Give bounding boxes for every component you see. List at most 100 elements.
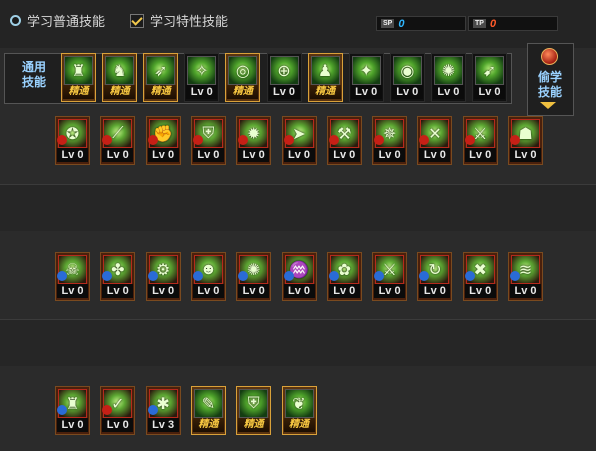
skill-type-badge-icon xyxy=(328,271,339,281)
level-label: Lv 0 xyxy=(192,284,224,298)
level-label: Lv 0 xyxy=(510,284,541,298)
learn-trait-option[interactable]: 学习特性技能 xyxy=(130,11,228,30)
row-band xyxy=(0,320,596,366)
skill-slot[interactable]: ☻ Lv 0 xyxy=(190,252,226,301)
skill-slot[interactable]: ✧ Lv 0 xyxy=(184,53,220,102)
skill-type-badge-icon xyxy=(464,271,475,281)
skill-slot[interactable]: ◎ 精通 xyxy=(225,53,261,102)
skill-slot[interactable]: ✊ Lv 0 xyxy=(145,116,181,165)
skill-type-badge-icon xyxy=(464,135,475,145)
level-label: Lv 0 xyxy=(464,148,496,162)
level-label: Lv 0 xyxy=(268,85,300,99)
skill-type-badge-icon xyxy=(147,271,158,281)
skill-type-badge-icon xyxy=(283,135,294,145)
wings-icon: ✧ xyxy=(187,56,217,85)
level-label: Lv 0 xyxy=(350,85,382,99)
skill-slot[interactable]: ≋ Lv 0 xyxy=(508,252,543,301)
skill-slot[interactable]: ⟋ Lv 0 xyxy=(100,116,136,165)
tp-value: 0 xyxy=(489,17,497,30)
skill-slot[interactable]: ☗ Lv 0 xyxy=(508,116,543,165)
skill-slot[interactable]: ✪ Lv 0 xyxy=(55,116,90,165)
steal-skills-label: 偷学 技能 xyxy=(534,70,566,100)
skill-slot[interactable]: ✖ Lv 0 xyxy=(462,252,498,301)
level-label: Lv 0 xyxy=(147,148,179,162)
steal-skills-button[interactable] xyxy=(541,48,558,65)
sp-value: 0 xyxy=(398,17,405,30)
skill-slot[interactable]: ♒ Lv 0 xyxy=(281,252,317,301)
shine-figure-icon: ✺ xyxy=(433,56,463,85)
skill-type-badge-icon xyxy=(328,135,339,145)
skill-slot[interactable]: ♟ 精通 xyxy=(307,53,343,102)
level-label: Lv 0 xyxy=(102,418,134,432)
skill-slot[interactable]: ⚒ Lv 0 xyxy=(326,116,362,165)
side-label-line2: 技能 xyxy=(537,85,562,99)
skill-slot[interactable]: ✓ Lv 0 xyxy=(100,386,136,435)
skill-type-badge-icon xyxy=(57,405,67,415)
bust-icon: ♟ xyxy=(310,56,340,85)
mastered-label: 精通 xyxy=(192,418,224,432)
skill-slot[interactable]: ⛨ Lv 0 xyxy=(190,116,226,165)
level-label: Lv 0 xyxy=(464,284,496,298)
skill-type-badge-icon xyxy=(192,135,203,145)
target-icon: ◎ xyxy=(228,56,258,85)
common-label-line2: 技能 xyxy=(21,75,46,89)
skill-slot[interactable]: ☠ Lv 0 xyxy=(55,252,90,301)
learn-normal-option[interactable]: 学习普通技能 xyxy=(10,11,105,30)
skill-slot[interactable]: ✤ Lv 0 xyxy=(100,252,136,301)
skill-type-badge-icon xyxy=(510,135,520,145)
skill-slot[interactable]: ♞ 精通 xyxy=(102,53,138,102)
skill-slot[interactable]: ✿ Lv 0 xyxy=(326,252,362,301)
skill-slot[interactable]: ✕ Lv 0 xyxy=(417,116,453,165)
skill-type-badge-icon xyxy=(57,135,67,145)
side-label-line1: 偷学 xyxy=(537,70,562,84)
skill-type-badge-icon xyxy=(57,271,67,281)
skill-slot[interactable]: ✺ Lv 0 xyxy=(430,53,466,102)
level-label: Lv 0 xyxy=(186,85,218,99)
skill-slot[interactable]: ⛨ 精通 xyxy=(236,386,272,435)
skill-slot[interactable]: ✦ Lv 0 xyxy=(348,53,384,102)
level-label: Lv 0 xyxy=(328,148,360,162)
mastered-label: 精通 xyxy=(309,85,341,99)
skill-slot[interactable]: ♜ 精通 xyxy=(61,53,96,102)
level-label: Lv 0 xyxy=(419,148,451,162)
skill-slot[interactable]: ↻ Lv 0 xyxy=(417,252,453,301)
skill-slot[interactable]: ✎ 精通 xyxy=(190,386,226,435)
skill-slot[interactable]: ⚔ Lv 0 xyxy=(462,116,498,165)
radio-icon[interactable] xyxy=(10,15,21,26)
skill-slot[interactable]: ⊕ Lv 0 xyxy=(266,53,302,102)
skill-slot[interactable]: ➤ Lv 0 xyxy=(281,116,317,165)
skill-slot[interactable]: ➶ 精通 xyxy=(143,53,179,102)
level-label: Lv 0 xyxy=(102,284,134,298)
level-label: Lv 0 xyxy=(283,284,315,298)
checkbox-icon[interactable] xyxy=(130,13,144,28)
crosshair-icon: ⊕ xyxy=(269,56,299,85)
skill-slot[interactable]: ◉ Lv 0 xyxy=(389,53,425,102)
level-label: Lv 0 xyxy=(510,148,541,162)
leap-icon: ➹ xyxy=(475,56,504,85)
skill-slot[interactable]: ♜ Lv 0 xyxy=(55,386,90,435)
skill-slot[interactable]: ✵ Lv 0 xyxy=(372,116,408,165)
skill-slot[interactable]: ➹ Lv 0 xyxy=(472,53,507,102)
mastered-label: 精通 xyxy=(238,418,270,432)
running-icon: ♞ xyxy=(105,56,135,85)
level-label: Lv 0 xyxy=(147,284,179,298)
expand-arrow-icon[interactable] xyxy=(540,102,556,109)
level-label: Lv 0 xyxy=(102,148,134,162)
skill-slot[interactable]: ✺ Lv 0 xyxy=(236,252,272,301)
level-label: Lv 0 xyxy=(57,148,88,162)
level-label: Lv 0 xyxy=(238,148,270,162)
skill-slot[interactable]: ⚙ Lv 0 xyxy=(145,252,181,301)
level-label: Lv 0 xyxy=(238,284,270,298)
skill-slot[interactable]: ⚔ Lv 0 xyxy=(372,252,408,301)
skill-slot[interactable]: ✱ Lv 3 xyxy=(145,386,181,435)
tp-counter: TP 0 xyxy=(468,16,558,31)
sp-tag: SP xyxy=(381,19,395,28)
mastered-label: 精通 xyxy=(145,85,177,99)
common-skills-label: 通用 技能 xyxy=(16,60,52,90)
skill-type-badge-icon xyxy=(510,271,520,281)
common-label-line1: 通用 xyxy=(21,60,46,74)
mastered-label: 精通 xyxy=(283,418,315,432)
skill-slot[interactable]: ✹ Lv 0 xyxy=(236,116,272,165)
tp-tag: TP xyxy=(473,19,486,28)
skill-slot[interactable]: ❦ 精通 xyxy=(281,386,317,435)
